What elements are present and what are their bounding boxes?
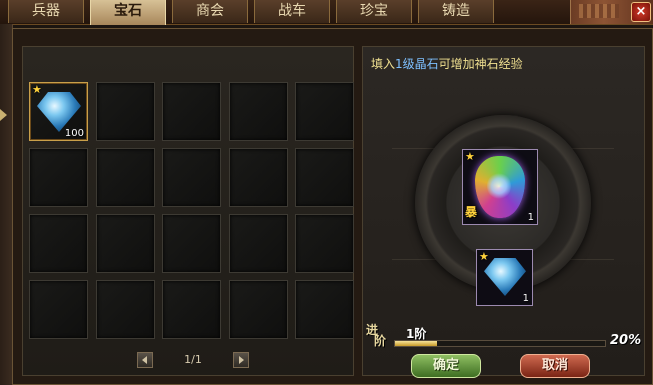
tab-weapons[interactable]: 兵器	[8, 0, 84, 23]
tab-treasure[interactable]: 珍宝	[336, 0, 412, 23]
advance-badge-bottom: 阶	[374, 334, 387, 348]
inventory-slot[interactable]	[29, 148, 88, 207]
progress-fill	[395, 341, 437, 346]
tab-gems[interactable]: 宝石	[90, 0, 166, 25]
inventory-slot[interactable]	[162, 214, 221, 273]
inventory-slot[interactable]	[95, 148, 155, 207]
inventory-slot[interactable]	[295, 148, 354, 207]
main-gem-slot[interactable]: ★ 暴 1	[462, 149, 538, 225]
inventory-slot[interactable]	[228, 214, 288, 273]
inventory-slot[interactable]	[29, 280, 88, 339]
inventory-slot[interactable]	[228, 82, 288, 141]
star-icon: ★	[465, 150, 475, 163]
crit-badge: 暴	[465, 205, 478, 219]
inventory-slot[interactable]	[29, 214, 88, 273]
close-button[interactable]: ×	[631, 2, 651, 22]
inventory-slot[interactable]	[162, 82, 221, 141]
page-indicator: 1/1	[184, 353, 202, 366]
progress-track	[394, 340, 606, 347]
arrow-right-icon[interactable]	[0, 109, 7, 121]
inventory-slot[interactable]	[295, 214, 354, 273]
progress-percent: 20%	[610, 333, 642, 348]
inventory-slot[interactable]	[95, 82, 155, 141]
tab-guild-shop[interactable]: 商会	[172, 0, 248, 23]
inventory-slot[interactable]	[295, 280, 354, 339]
hint-prefix: 填入	[371, 57, 396, 71]
cancel-button[interactable]: 取消	[520, 354, 590, 378]
confirm-button[interactable]: 确定	[411, 354, 481, 378]
star-icon: ★	[479, 250, 489, 263]
blue-diamond-gem-icon	[37, 92, 81, 132]
pager: 1/1	[137, 352, 249, 370]
hint-highlight: 1级晶石	[395, 57, 439, 71]
hint-suffix: 可增加神石经验	[438, 57, 523, 71]
blue-diamond-gem-icon	[484, 258, 526, 296]
inventory-slot[interactable]	[95, 280, 155, 339]
item-quantity: 1	[527, 212, 534, 223]
inventory-slot[interactable]	[95, 214, 155, 273]
tab-forging[interactable]: 铸造	[418, 0, 494, 23]
rainbow-divine-stone-icon	[475, 156, 525, 218]
level-progress: 进 阶 1阶 20%	[366, 324, 650, 349]
hint-text: 填入1级晶石可增加神石经验	[371, 55, 523, 72]
advance-badge: 进 阶	[366, 324, 394, 349]
next-page-button[interactable]	[233, 352, 249, 368]
feed-gem-slot[interactable]: ★ 1	[476, 249, 533, 306]
item-quantity: 100	[64, 128, 84, 139]
prev-page-button[interactable]	[137, 352, 153, 368]
tab-chariot[interactable]: 战车	[254, 0, 330, 23]
star-icon: ★	[32, 83, 42, 96]
inventory-slot[interactable]	[228, 148, 288, 207]
inventory-slot[interactable]	[162, 280, 221, 339]
inventory-slot[interactable]	[295, 82, 354, 141]
inventory-slot[interactable]	[162, 148, 221, 207]
tab-bar: 兵器 宝石 商会 战车 珍宝 铸造 ×	[0, 0, 653, 25]
item-quantity: 1	[522, 293, 529, 304]
inventory-slot[interactable]: ★ 100	[29, 82, 88, 141]
inventory-slot[interactable]	[228, 280, 288, 339]
